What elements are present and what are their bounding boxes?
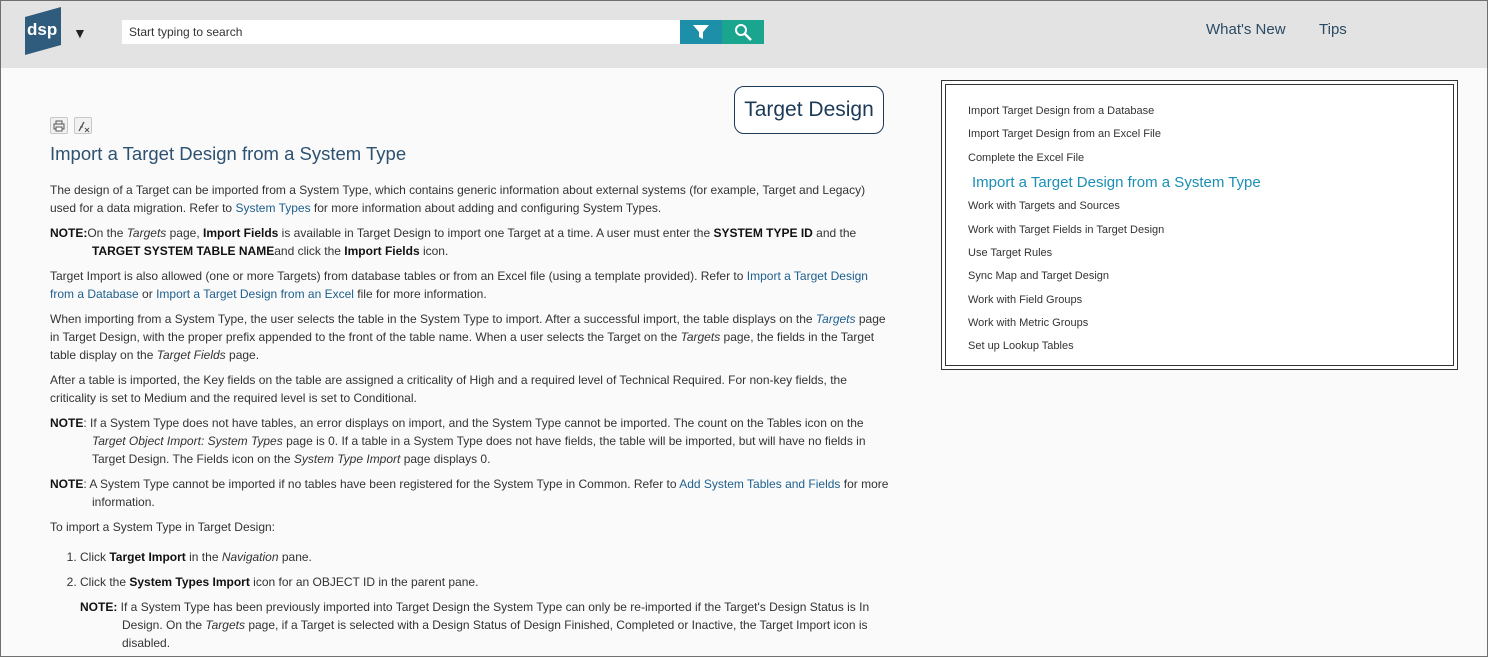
logo-menu-caret[interactable]: ▼ [73,25,87,41]
toc-item-field-groups[interactable]: Work with Field Groups [968,294,1082,306]
text: TARGET SYSTEM TABLE NAME [92,244,275,258]
text: and the [812,226,857,240]
text: icon. [419,244,449,258]
toc-item-metric-groups[interactable]: Work with Metric Groups [968,317,1088,329]
text: Targets [680,330,721,344]
target-import-paragraph: Target Import is also allowed (one or mo… [50,267,890,303]
toc-item-sync-map[interactable]: Sync Map and Target Design [968,270,1109,282]
note-no-tables: NOTE: If a System Type does not have tab… [50,414,890,468]
intro-paragraph: The design of a Target can be imported f… [50,181,890,217]
text: page displays 0. [400,452,491,466]
text: Target Object Import: System Types [92,434,283,448]
article-body: The design of a Target can be imported f… [50,181,890,656]
text: Targets [205,618,245,632]
section-badge: Target Design [734,86,884,134]
text: SYSTEM TYPE ID [713,226,813,240]
text: Targets [815,312,856,326]
note-label: NOTE [50,416,84,430]
search-icon [735,24,752,41]
text: page. [225,348,260,362]
search-input[interactable] [122,20,680,44]
procedure-intro: To import a System Type in Target Design… [50,520,275,534]
filter-button[interactable] [680,20,722,44]
page-frame: dsp ▼ What's New Tips Target Design [0,0,1488,657]
text: Click the [80,575,130,589]
step-1: Click Target Import in the Navigation pa… [80,548,890,566]
nav-tips[interactable]: Tips [1319,21,1347,38]
clear-highlight-icon [78,121,90,133]
text: for more information about adding and co… [310,201,662,215]
text: When importing from a System Type, the u… [50,312,816,326]
search-button[interactable] [722,20,764,44]
importing-paragraph: When importing from a System Type, the u… [50,310,890,364]
note-label: NOTE: [50,226,88,240]
top-bar: dsp ▼ What's New Tips [1,1,1487,68]
text: in the [185,550,222,564]
text: : If a System Type does not have tables,… [83,416,864,430]
procedure-steps: Click Target Import in the Navigation pa… [80,548,890,591]
text: System Types Import [129,575,250,589]
toc-item-target-fields[interactable]: Work with Target Fields in Target Design [968,224,1164,236]
clear-highlight-button[interactable] [74,117,92,134]
note-label: NOTE: [80,600,118,614]
toc-item-import-from-database[interactable]: Import Target Design from a Database [968,105,1154,117]
text: Import Fields [344,244,420,258]
print-button[interactable] [50,117,68,134]
text: page, [166,226,203,240]
filter-icon [693,25,709,39]
text: and click the [274,244,345,258]
related-topics-inner: Import Target Design from a Database Imp… [945,84,1454,366]
note-label: NOTE [50,477,84,491]
toc-item-targets-and-sources[interactable]: Work with Targets and Sources [968,200,1120,212]
text: Navigation [221,550,279,564]
note-import-fields: NOTE:On the Targets page, Import Fields … [50,224,890,260]
toc-item-lookup-tables[interactable]: Set up Lookup Tables [968,340,1074,352]
text: Target Fields [156,348,226,362]
text: file for more information. [353,287,487,301]
text: Target Import [109,550,186,564]
text: icon for an OBJECT ID in the parent pane… [249,575,479,589]
text: Import Fields [203,226,279,240]
link-add-system-tables[interactable]: Add System Tables and Fields [679,477,840,491]
text: or [138,287,157,301]
text: Targets [126,226,167,240]
text: Click [80,550,110,564]
text: pane. [278,550,312,564]
related-topics-panel: Import Target Design from a Database Imp… [941,80,1458,370]
page-title: Import a Target Design from a System Typ… [50,143,407,164]
criticality-paragraph: After a table is imported, the Key field… [50,373,847,405]
note-reimport: NOTE: If a System Type has been previous… [80,598,890,652]
logo-text: dsp [27,20,57,39]
text: : A System Type cannot be imported if no… [83,477,680,491]
link-import-from-excel[interactable]: Import a Target Design from an Excel [156,287,354,301]
text: System Type Import [293,452,401,466]
toc-item-complete-excel[interactable]: Complete the Excel File [968,152,1084,164]
step-2: Click the System Types Import icon for a… [80,573,890,591]
toc-item-target-rules[interactable]: Use Target Rules [968,247,1052,259]
note-registered-tables: NOTE: A System Type cannot be imported i… [50,475,890,511]
toc-item-import-from-excel[interactable]: Import Target Design from an Excel File [968,128,1161,140]
dsp-logo[interactable]: dsp [23,7,63,55]
link-targets[interactable]: Targets [816,312,856,326]
text: Target Import is also allowed (one or mo… [50,269,747,283]
print-icon [53,120,65,132]
text: is available in Target Design to import … [278,226,714,240]
toc-item-import-from-system-type[interactable]: Import a Target Design from a System Typ… [972,174,1261,191]
link-system-types[interactable]: System Types [235,201,310,215]
nav-whats-new[interactable]: What's New [1206,21,1286,38]
text: On the [87,226,127,240]
